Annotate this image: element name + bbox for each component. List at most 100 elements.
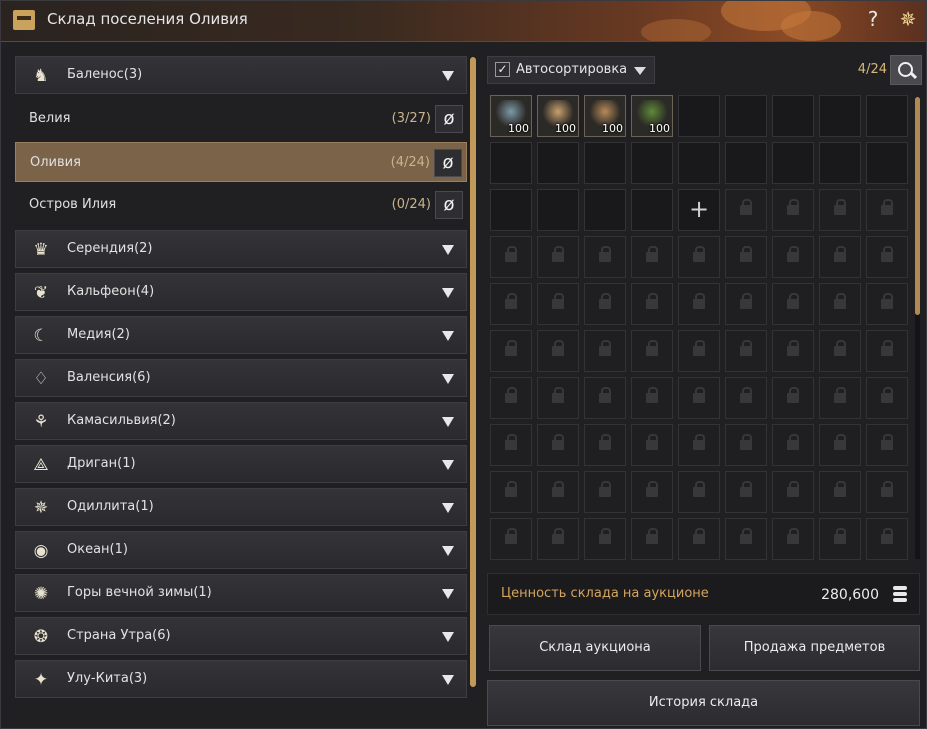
- empty-slot[interactable]: [584, 142, 626, 184]
- city-row-2[interactable]: Оливия (4/24) ø: [15, 142, 467, 182]
- empty-slot[interactable]: [490, 189, 532, 231]
- chevron-down-icon: [442, 245, 454, 255]
- empty-slot[interactable]: [725, 142, 767, 184]
- locked-slot: [866, 377, 908, 419]
- city-label: Оливия: [30, 155, 81, 170]
- sell-items-button[interactable]: Продажа предметов: [709, 625, 920, 671]
- empty-slot[interactable]: [584, 189, 626, 231]
- transport-icon[interactable]: ø: [435, 105, 463, 133]
- water-jug-item[interactable]: 100: [490, 95, 532, 137]
- city-row-3[interactable]: Остров Илия (0/24) ø: [15, 185, 467, 225]
- ornament-icon: ❂: [33, 627, 49, 647]
- chevron-down-icon: [442, 546, 454, 556]
- lock-icon: [740, 528, 752, 544]
- lock-icon: [881, 199, 893, 215]
- region-list-scroll-thumb[interactable]: [470, 57, 476, 687]
- lock-icon: [834, 293, 846, 309]
- locked-slot: [678, 471, 720, 513]
- storage-chest-icon: [13, 10, 35, 30]
- autosort-checkbox[interactable]: ✓: [495, 62, 510, 77]
- lock-icon: [787, 481, 799, 497]
- region-4[interactable]: ☾ Медия(2): [15, 316, 467, 354]
- region-3[interactable]: ❦ Кальфеон(4): [15, 273, 467, 311]
- empty-slot[interactable]: [490, 142, 532, 184]
- transport-icon[interactable]: ø: [435, 191, 463, 219]
- empty-slot[interactable]: [725, 95, 767, 137]
- lock-icon: [740, 387, 752, 403]
- region-label: Страна Утра(6): [67, 628, 171, 643]
- empty-slot[interactable]: [772, 142, 814, 184]
- region-label: Океан(1): [67, 542, 128, 557]
- lock-icon: [552, 528, 564, 544]
- locked-slot: [866, 330, 908, 372]
- empty-slot[interactable]: [537, 142, 579, 184]
- region-2[interactable]: ♛ Серендия(2): [15, 230, 467, 268]
- chevron-down-icon: [442, 71, 454, 81]
- auction-storage-button[interactable]: Склад аукциона: [489, 625, 701, 671]
- empty-slot[interactable]: [631, 189, 673, 231]
- locked-slot: [725, 236, 767, 278]
- inventory-scrollbar[interactable]: [915, 97, 920, 559]
- star-emblem-icon: ✵: [33, 498, 49, 518]
- locked-slot: [725, 518, 767, 560]
- lock-icon: [646, 387, 658, 403]
- empty-slot[interactable]: [678, 95, 720, 137]
- city-row-1[interactable]: Велия (3/27) ø: [15, 99, 467, 139]
- region-5[interactable]: ♢ Валенсия(6): [15, 359, 467, 397]
- empty-slot[interactable]: [631, 142, 673, 184]
- lock-icon: [693, 293, 705, 309]
- empty-slot[interactable]: [537, 189, 579, 231]
- lock-icon: [881, 481, 893, 497]
- empty-slot[interactable]: [866, 142, 908, 184]
- empty-slot[interactable]: [819, 95, 861, 137]
- autosort-dropdown[interactable]: ✓ Автосортировка: [487, 56, 655, 84]
- lock-icon: [740, 340, 752, 356]
- region-12[interactable]: ✦ Улу-Кита(3): [15, 660, 467, 698]
- region-7[interactable]: ⟁ Дриган(1): [15, 445, 467, 483]
- potato-item[interactable]: 100: [537, 95, 579, 137]
- grass-item[interactable]: 100: [631, 95, 673, 137]
- help-button[interactable]: ?: [863, 7, 883, 31]
- locked-slot: [725, 283, 767, 325]
- lock-icon: [505, 434, 517, 450]
- lock-icon: [787, 434, 799, 450]
- item-quantity: 100: [555, 122, 576, 135]
- region-11[interactable]: ❂ Страна Утра(6): [15, 617, 467, 655]
- lock-icon: [787, 246, 799, 262]
- region-9[interactable]: ◉ Океан(1): [15, 531, 467, 569]
- empty-slot[interactable]: [678, 142, 720, 184]
- expand-slot-button[interactable]: +: [678, 189, 720, 231]
- empty-slot[interactable]: [866, 95, 908, 137]
- locked-slot: [584, 330, 626, 372]
- locked-slot: [866, 424, 908, 466]
- locked-slot: [866, 189, 908, 231]
- settings-button[interactable]: ✵: [895, 6, 921, 32]
- city-label: Велия: [29, 111, 71, 126]
- inventory-scroll-thumb[interactable]: [915, 97, 920, 315]
- locked-slot: [490, 518, 532, 560]
- locked-slot: [819, 377, 861, 419]
- search-button[interactable]: [890, 55, 922, 85]
- plus-icon: +: [688, 195, 710, 223]
- region-6[interactable]: ⚘ Камасильвия(2): [15, 402, 467, 440]
- auction-value-bar: Ценность склада на аукционе 280,600: [487, 573, 920, 615]
- region-1[interactable]: ♞ Баленос(3): [15, 56, 467, 94]
- lock-icon: [693, 246, 705, 262]
- empty-slot[interactable]: [772, 95, 814, 137]
- ore-item[interactable]: 100: [584, 95, 626, 137]
- locked-slot: [678, 424, 720, 466]
- locked-slot: [819, 283, 861, 325]
- transport-icon[interactable]: ø: [434, 149, 462, 177]
- locked-slot: [678, 236, 720, 278]
- region-10[interactable]: ✺ Горы вечной зимы(1): [15, 574, 467, 612]
- window-header: Склад поселения Оливия ? ✵: [1, 1, 926, 42]
- region-list-scrollbar[interactable]: [470, 57, 476, 687]
- storage-history-button[interactable]: История склада: [487, 680, 920, 726]
- lock-icon: [740, 481, 752, 497]
- lock-icon: [552, 246, 564, 262]
- locked-slot: [866, 236, 908, 278]
- locked-slot: [725, 424, 767, 466]
- empty-slot[interactable]: [819, 142, 861, 184]
- region-8[interactable]: ✵ Одиллита(1): [15, 488, 467, 526]
- locked-slot: [725, 189, 767, 231]
